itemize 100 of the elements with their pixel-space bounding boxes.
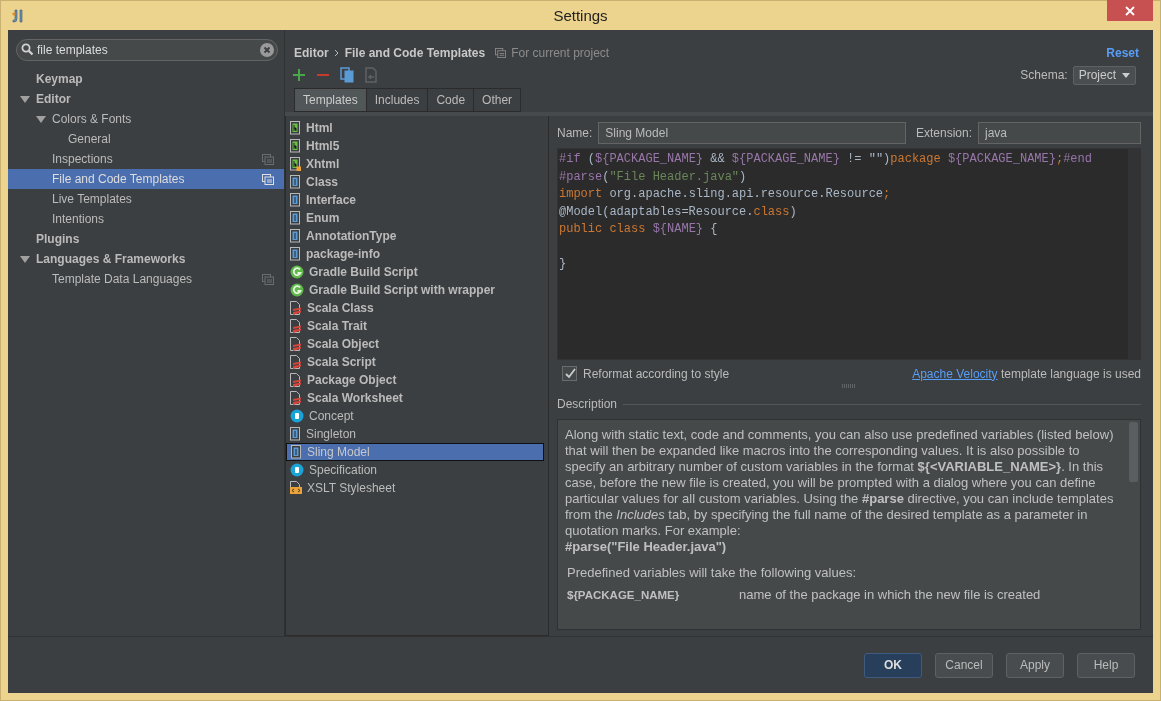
template-item[interactable]: Html5 bbox=[286, 137, 548, 155]
template-item[interactable]: AnnotationType bbox=[286, 227, 548, 245]
tree-item[interactable]: Template Data Languages bbox=[8, 269, 284, 289]
template-item[interactable]: Scala Trait bbox=[286, 317, 548, 335]
clear-icon[interactable] bbox=[260, 43, 274, 57]
java-file-icon bbox=[290, 427, 301, 441]
template-item[interactable]: Scala Script bbox=[286, 353, 548, 371]
expanded-arrow-icon[interactable] bbox=[20, 94, 30, 104]
scala-file-icon bbox=[290, 355, 302, 369]
template-item[interactable]: Xhtml bbox=[286, 155, 548, 173]
name-field[interactable]: Sling Model bbox=[598, 122, 906, 144]
schema-label: Schema: bbox=[1020, 68, 1068, 82]
html-file-icon bbox=[290, 157, 301, 171]
tab[interactable]: Templates bbox=[294, 88, 367, 112]
template-item[interactable]: Scala Class bbox=[286, 299, 548, 317]
reformat-label: Reformat according to style bbox=[583, 366, 730, 381]
close-button[interactable] bbox=[1107, 0, 1153, 21]
concept-icon bbox=[290, 409, 304, 423]
template-item[interactable]: Html bbox=[286, 119, 548, 137]
description-text: Along with static text, code and comments, you can also use predefined variables (listed below) that will then be expanded like macros into the corresponding values. It is also possible to specify an arbitrary number of custom variables in the format ${<VARIABLE_NAME>}. In this case, before the new file is created, you will be prompted with a dialog where you can define particular values for all custom variables. Using the #parse directive, you can include templates from the Includes tab, by specifying the full name of the desired template as a parameter in quotation marks. For example: bbox=[565, 427, 1115, 539]
variable-meaning: name of the package in which the new file is created bbox=[739, 587, 1041, 603]
template-item[interactable]: Scala Worksheet bbox=[286, 389, 548, 407]
close-icon bbox=[1125, 5, 1135, 16]
dialog-button[interactable]: Cancel bbox=[935, 652, 993, 678]
tree-item[interactable]: Intentions bbox=[8, 209, 284, 229]
java-file-icon bbox=[290, 229, 301, 243]
template-item[interactable]: Class bbox=[286, 173, 548, 191]
schema-dropdown[interactable]: Project bbox=[1072, 65, 1136, 85]
tree-item[interactable]: Colors & Fonts bbox=[8, 109, 284, 129]
search-icon bbox=[21, 43, 34, 56]
tree-item[interactable]: Languages & Frameworks bbox=[8, 249, 284, 269]
expanded-arrow-icon[interactable] bbox=[20, 254, 30, 264]
copy-icon[interactable] bbox=[339, 67, 355, 83]
project-scope-icon bbox=[262, 153, 274, 165]
scala-file-icon bbox=[290, 301, 302, 315]
scope-note: For current project bbox=[511, 46, 610, 60]
dropdown-arrow-icon bbox=[1122, 72, 1130, 78]
search-field[interactable]: file templates bbox=[16, 39, 278, 61]
expanded-arrow-icon[interactable] bbox=[36, 114, 46, 124]
reset-link[interactable]: Reset bbox=[1106, 46, 1139, 60]
html-file-icon bbox=[290, 121, 301, 135]
reformat-checkbox[interactable] bbox=[562, 366, 577, 381]
scala-file-icon bbox=[290, 391, 302, 405]
add-icon[interactable] bbox=[291, 67, 307, 83]
template-item[interactable]: Sling Model bbox=[286, 443, 544, 461]
java-file-icon bbox=[290, 211, 301, 225]
tab[interactable]: Other bbox=[473, 88, 522, 112]
java-file-icon bbox=[290, 247, 301, 261]
tree-item[interactable]: Plugins bbox=[8, 229, 284, 249]
drag-handle-icon[interactable] bbox=[842, 384, 856, 388]
velocity-link[interactable]: Apache Velocity bbox=[912, 366, 998, 381]
project-scope-icon bbox=[262, 173, 274, 185]
language-note: Apache Velocity template language is used bbox=[912, 366, 1141, 381]
template-item[interactable]: Specification bbox=[286, 461, 548, 479]
extension-label: Extension: bbox=[915, 126, 972, 140]
scala-file-icon bbox=[290, 319, 302, 333]
template-item[interactable]: XSLT Stylesheet bbox=[286, 479, 548, 497]
disc-icon bbox=[290, 283, 304, 297]
tab[interactable]: Includes bbox=[365, 88, 429, 112]
scala-file-icon bbox=[290, 337, 302, 351]
template-item[interactable]: package-info bbox=[286, 245, 548, 263]
variable-name: ${PACKAGE_NAME} bbox=[567, 588, 681, 603]
scala-file-icon bbox=[290, 373, 302, 387]
dialog-button[interactable]: Apply bbox=[1006, 652, 1064, 678]
tree-item[interactable]: Keymap bbox=[8, 69, 284, 89]
description-title: Description bbox=[557, 397, 618, 411]
xslt-file-icon bbox=[290, 481, 302, 495]
tree-item[interactable]: General bbox=[8, 129, 284, 149]
breadcrumb-item: File and Code Templates bbox=[344, 46, 486, 60]
java-file-icon bbox=[290, 193, 301, 207]
name-label: Name: bbox=[557, 126, 593, 140]
html-file-icon bbox=[290, 139, 301, 153]
template-item[interactable]: Enum bbox=[286, 209, 548, 227]
tab[interactable]: Code bbox=[427, 88, 475, 112]
template-item[interactable]: Gradle Build Script bbox=[286, 263, 548, 281]
extension-field[interactable]: java bbox=[978, 122, 1141, 144]
tree-item[interactable]: File and Code Templates bbox=[8, 169, 284, 189]
code-text: #if (${PACKAGE_NAME} && ${PACKAGE_NAME} != "")package ${PACKAGE_NAME};#end #parse("File Header.java") import org.apache.sling.api.resource.Resource; @Model(adaptables=Resource.class) public class ${NAME} { } bbox=[558, 151, 1093, 273]
template-item[interactable]: Package Object bbox=[286, 371, 548, 389]
dialog-button[interactable]: OK bbox=[864, 652, 922, 678]
java-file-icon bbox=[291, 445, 302, 459]
template-item[interactable]: Scala Object bbox=[286, 335, 548, 353]
variables-intro: Predefined variables will take the following values: bbox=[566, 565, 858, 581]
dialog-button[interactable]: Help bbox=[1077, 652, 1135, 678]
concept-icon bbox=[290, 463, 304, 477]
tree-item[interactable]: Live Templates bbox=[8, 189, 284, 209]
project-scope-icon bbox=[262, 273, 274, 285]
chevron-icon bbox=[333, 49, 340, 57]
project-scope-icon bbox=[495, 48, 507, 58]
disc-icon bbox=[290, 265, 304, 279]
template-item[interactable]: Concept bbox=[286, 407, 548, 425]
java-file-icon bbox=[290, 175, 301, 189]
breadcrumb-item: Editor bbox=[294, 46, 329, 60]
tree-item[interactable]: Inspections bbox=[8, 149, 284, 169]
template-item[interactable]: Gradle Build Script with wrapper bbox=[286, 281, 548, 299]
window-title: Settings bbox=[552, 7, 609, 24]
example-code: #parse("File Header.java") bbox=[565, 539, 728, 555]
template-item[interactable]: Singleton bbox=[286, 425, 548, 443]
template-item[interactable]: Interface bbox=[286, 191, 548, 209]
tree-item[interactable]: Editor bbox=[8, 89, 284, 109]
